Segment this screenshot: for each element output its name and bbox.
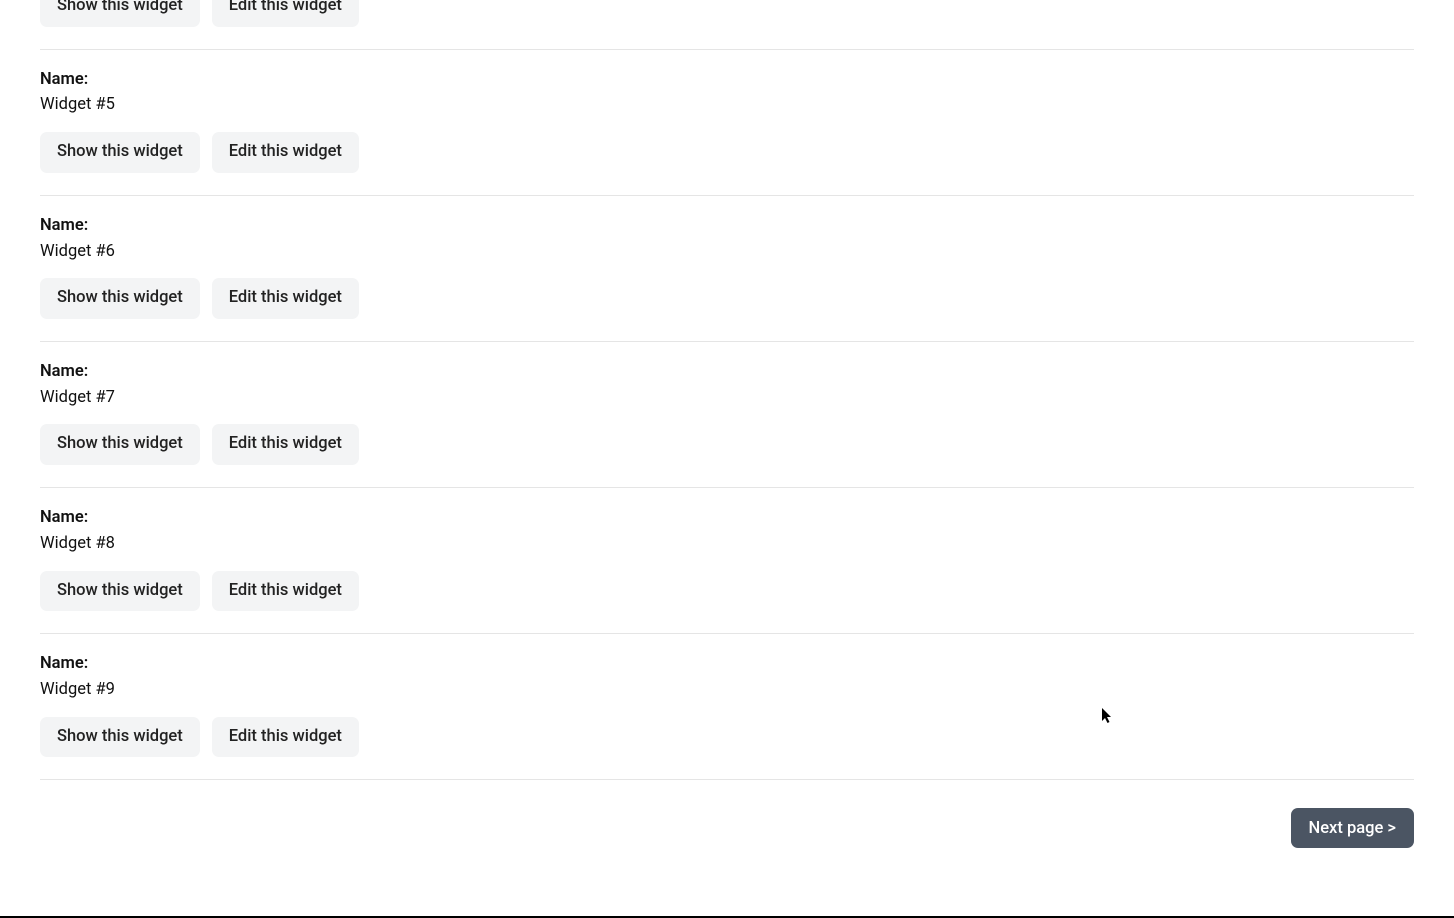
name-value: Widget #7 <box>40 386 1414 411</box>
widget-item: Name: Widget #6 Show this widget Edit th… <box>40 196 1414 342</box>
show-widget-button[interactable]: Show this widget <box>40 424 200 465</box>
edit-widget-button[interactable]: Edit this widget <box>212 717 359 758</box>
widget-item: Name: Widget #5 Show this widget Edit th… <box>40 50 1414 196</box>
widget-item: Name: Show this widget Edit this widget <box>40 0 1414 50</box>
widget-actions: Show this widget Edit this widget <box>40 278 1414 319</box>
edit-widget-button[interactable]: Edit this widget <box>212 0 359 27</box>
widget-item: Name: Widget #7 Show this widget Edit th… <box>40 342 1414 488</box>
widget-list-container: Name: Show this widget Edit this widget … <box>0 0 1454 888</box>
widget-actions: Show this widget Edit this widget <box>40 132 1414 173</box>
name-value: Widget #8 <box>40 532 1414 557</box>
name-label: Name: <box>40 214 1414 239</box>
widget-actions: Show this widget Edit this widget <box>40 571 1414 612</box>
show-widget-button[interactable]: Show this widget <box>40 132 200 173</box>
widget-item: Name: Widget #8 Show this widget Edit th… <box>40 488 1414 634</box>
name-label: Name: <box>40 360 1414 385</box>
show-widget-button[interactable]: Show this widget <box>40 278 200 319</box>
widget-actions: Show this widget Edit this widget <box>40 0 1414 27</box>
name-label: Name: <box>40 68 1414 93</box>
edit-widget-button[interactable]: Edit this widget <box>212 424 359 465</box>
show-widget-button[interactable]: Show this widget <box>40 0 200 27</box>
next-page-button[interactable]: Next page > <box>1291 808 1414 848</box>
name-label: Name: <box>40 652 1414 677</box>
name-label: Name: <box>40 506 1414 531</box>
widget-item: Name: Widget #9 Show this widget Edit th… <box>40 634 1414 780</box>
edit-widget-button[interactable]: Edit this widget <box>212 571 359 612</box>
widget-actions: Show this widget Edit this widget <box>40 717 1414 758</box>
name-value: Widget #5 <box>40 93 1414 118</box>
edit-widget-button[interactable]: Edit this widget <box>212 132 359 173</box>
show-widget-button[interactable]: Show this widget <box>40 717 200 758</box>
name-value: Widget #9 <box>40 678 1414 703</box>
name-value: Widget #6 <box>40 240 1414 265</box>
widget-actions: Show this widget Edit this widget <box>40 424 1414 465</box>
edit-widget-button[interactable]: Edit this widget <box>212 278 359 319</box>
show-widget-button[interactable]: Show this widget <box>40 571 200 612</box>
pagination: Next page > <box>40 780 1414 858</box>
